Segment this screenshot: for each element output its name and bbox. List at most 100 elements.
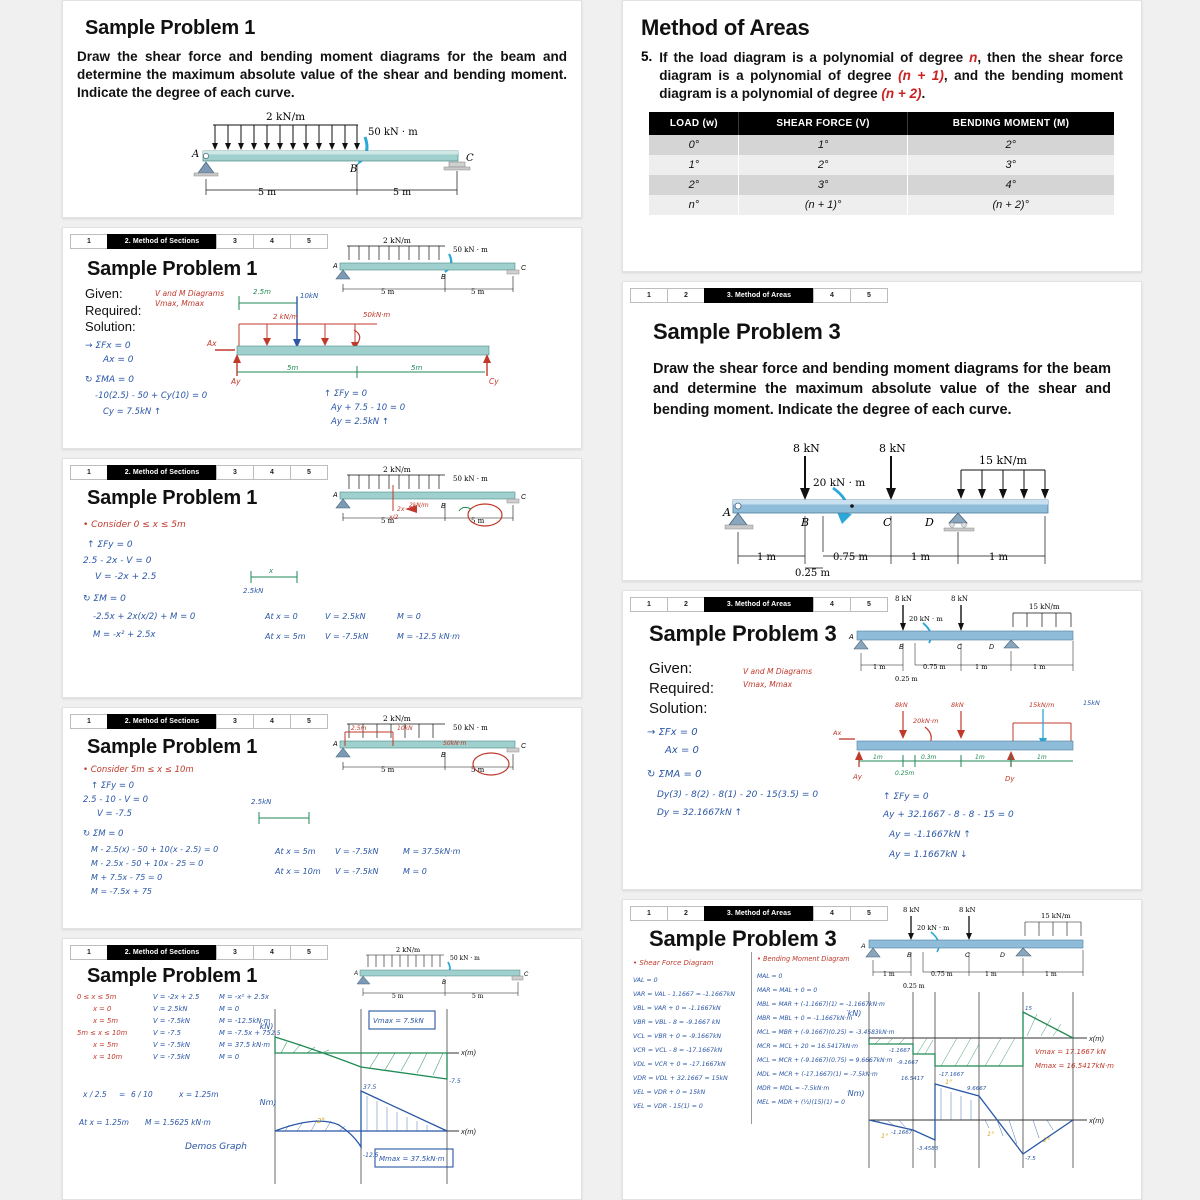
pager-item-3-method-of-areas[interactable]: 3. Method of Areas <box>704 906 814 921</box>
result-1-m: M = 0 <box>403 867 427 876</box>
page-title: Sample Problem 1 <box>87 965 258 987</box>
load-label-2: 8 kN <box>879 442 906 455</box>
pager-item-4[interactable]: 4 <box>253 945 291 960</box>
eq-5: M - 2.5x - 50 + 10x - 25 = 0 <box>91 859 203 868</box>
pager-item-1[interactable]: 1 <box>70 714 108 729</box>
svg-text:5 m: 5 m <box>392 993 404 1000</box>
svg-text:2 kN/m: 2 kN/m <box>396 946 420 954</box>
pager-item-4[interactable]: 4 <box>813 288 851 303</box>
pager-item-3-method-of-areas[interactable]: 3. Method of Areas <box>704 288 814 303</box>
heading-shear: • Shear Force Diagram <box>633 959 714 967</box>
result-0-v: V = -7.5kN <box>335 847 379 856</box>
shear-0: VAL = 0 <box>633 977 658 984</box>
pager-item-1[interactable]: 1 <box>630 288 668 303</box>
svg-text:15 kN/m: 15 kN/m <box>1029 603 1060 611</box>
dim-3: 1 m <box>911 552 931 563</box>
problem-statement: Draw the shear force and bending moment … <box>653 361 1111 418</box>
table-header-row: LOAD (w) SHEAR FORCE (V) BENDING MOMENT … <box>649 112 1115 136</box>
svg-text:2kN/m: 2kN/m <box>409 502 429 509</box>
result-1-at: At x = 5m <box>264 632 306 641</box>
shear-8: VEL = VDR + 0 = 15kN <box>633 1089 706 1096</box>
udl-label: 15 kN/m <box>979 454 1027 467</box>
pager-item-1[interactable]: 1 <box>70 234 108 249</box>
pager-item-2[interactable]: 2 <box>667 597 705 612</box>
hand-red-consider: • Consider 0 ≤ x ≤ 5m <box>83 520 186 530</box>
slide-pager[interactable]: 1 2. Method of Sections 3 4 5 <box>70 945 361 960</box>
beam-figure-mini: 8 kN 8 kN 15 kN/m 20 kN · m A B C D 1 m … <box>848 595 1074 683</box>
pager-item-3[interactable]: 3 <box>216 714 254 729</box>
eq-7: M = -7.5x + 75 <box>91 887 152 896</box>
at-note-at: At x = 1.25m <box>78 1118 129 1127</box>
pager-item-2[interactable]: 2 <box>667 288 705 303</box>
svg-text:15 kN/m: 15 kN/m <box>1041 912 1071 920</box>
shear-2: VBL = VAR + 0 = -1.1667kN <box>633 1005 721 1012</box>
page-title: Sample Problem 1 <box>85 17 256 39</box>
pager-item-1[interactable]: 1 <box>630 597 668 612</box>
svg-text:D: D <box>1000 952 1005 959</box>
shear-7: VDR = VDL + 32.1667 = 15kN <box>633 1075 728 1082</box>
pager-item-2-method-of-sections[interactable]: 2. Method of Sections <box>107 465 217 480</box>
eq-sfx-0: → ΣFx = 0 <box>85 341 131 351</box>
pager-item-1[interactable]: 1 <box>70 465 108 480</box>
eq-0: → ΣFx = 0 <box>647 727 698 738</box>
pager-item-2-method-of-sections[interactable]: 2. Method of Sections <box>107 714 217 729</box>
pager-item-2-method-of-sections[interactable]: 2. Method of Sections <box>107 945 217 960</box>
svg-text:50 kN · m: 50 kN · m <box>453 475 488 483</box>
pager-item-5[interactable]: 5 <box>290 945 328 960</box>
fbd-dim-1m-c: 1m <box>1037 754 1047 761</box>
lecture-slide-feed: Sample Problem 1 Draw the shear force an… <box>0 0 1200 1200</box>
svg-text:A: A <box>353 971 358 977</box>
row-5-m: M = 0 <box>219 1053 239 1061</box>
degree-label-1: 1° <box>945 1078 952 1086</box>
handwriting-shear-column: • Shear Force Diagram VAL = 0 VAR = VAL … <box>633 959 735 1110</box>
v-point-0: -1.1667 <box>889 1048 911 1054</box>
svg-text:8 kN: 8 kN <box>951 595 968 603</box>
given-required-solution: Given: Required: Solution: <box>85 286 141 336</box>
svg-text:2x: 2x <box>397 506 405 513</box>
slide-pager[interactable]: 1 2 3. Method of Areas 4 5 <box>630 288 921 303</box>
eq-6: M + 7.5x - 75 = 0 <box>91 873 162 882</box>
pager-item-5[interactable]: 5 <box>850 288 888 303</box>
cell-shear: 1° <box>738 135 908 156</box>
row-0-m: M = -x² + 2.5x <box>219 993 270 1001</box>
label-given: Given: <box>649 660 693 677</box>
fbd-reaction: 2.5kN <box>243 587 264 595</box>
row-2-v: V = -7.5kN <box>153 1017 190 1025</box>
svg-text:C: C <box>521 743 527 750</box>
m-point-0: -1.1667 <box>891 1130 913 1136</box>
eq-1: 2.5 - 2x - V = 0 <box>83 556 152 566</box>
svg-text:2 kN/m: 2 kN/m <box>383 465 411 474</box>
page-title: Sample Problem 3 <box>649 926 837 951</box>
moment-5: MCR = MCL + 20 = 16.5417kN·m <box>757 1043 858 1050</box>
pager-item-1[interactable]: 1 <box>70 945 108 960</box>
row-1-range: x = 0 <box>92 1005 111 1013</box>
moment-8: MDR = MDL = -7.5kN·m <box>757 1085 829 1092</box>
node-label-a: A <box>191 149 199 160</box>
page-title: Sample Problem 1 <box>87 487 258 509</box>
cell-load: 1° <box>649 155 740 176</box>
pager-item-1[interactable]: 1 <box>630 906 668 921</box>
fbd-load-8kn-2: 8kN <box>951 701 964 709</box>
result-0-at: At x = 5m <box>274 847 316 856</box>
cell-shear: 2° <box>738 155 908 176</box>
result-0-m: M = 0 <box>397 612 421 621</box>
fbd-udl: 2 kN/m <box>273 313 298 321</box>
pager-item-3[interactable]: 3 <box>216 945 254 960</box>
eq2-0: ↑ ΣFy = 0 <box>883 792 929 802</box>
v-axis-label: V(kN) <box>847 1009 861 1018</box>
eq-0: ↑ ΣFy = 0 <box>87 540 133 550</box>
slide-panel-method-of-areas: Method of Areas 5. If the load diagram i… <box>622 0 1142 272</box>
pager-item-2[interactable]: 2 <box>667 906 705 921</box>
svg-text:C: C <box>521 494 527 501</box>
pager-item-3[interactable]: 3 <box>216 234 254 249</box>
result-0-m: M = 37.5kN·m <box>403 847 461 856</box>
fbd-load-10kn: 10kN <box>300 292 319 300</box>
pager-item-3-method-of-areas[interactable]: 3. Method of Areas <box>704 597 814 612</box>
pager-item-2-method-of-sections[interactable]: 2. Method of Sections <box>107 234 217 249</box>
label-required: Required: <box>85 302 142 318</box>
result-1-m: M = -12.5 kN·m <box>397 632 460 641</box>
pager-item-3[interactable]: 3 <box>216 465 254 480</box>
col-header-shear: SHEAR FORCE (V) <box>738 112 908 136</box>
svg-text:A: A <box>332 492 338 499</box>
fbd-resultant-15kn: 15kN <box>1083 699 1100 707</box>
